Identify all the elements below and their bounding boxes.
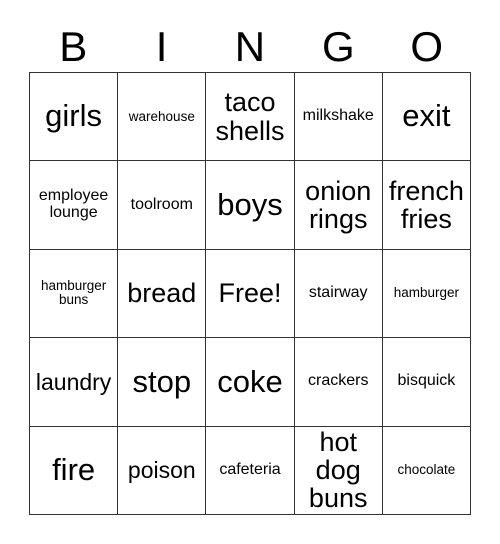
bingo-cell-label: employee lounge [38, 187, 109, 222]
bingo-cell-label: bisquick [397, 372, 456, 390]
bingo-header-row: B I N G O [29, 22, 471, 72]
bingo-cell-label: cafeteria [219, 460, 281, 478]
bingo-cell[interactable]: exit [382, 73, 472, 162]
bingo-row: girls warehouse taco shells milkshake ex… [30, 73, 472, 162]
bingo-cell[interactable]: employee lounge [30, 161, 119, 250]
bingo-header-letter-o: O [410, 23, 444, 70]
bingo-cell-label: french fries [388, 175, 464, 235]
bingo-cell-label: hamburger [393, 285, 460, 301]
bingo-row: laundry stop coke crackers bisquick [30, 338, 472, 427]
bingo-cell[interactable]: hamburger buns [30, 249, 119, 339]
bingo-cell[interactable]: warehouse [118, 73, 207, 162]
bingo-cell[interactable]: crackers [294, 338, 383, 427]
bingo-cell[interactable]: fire [30, 426, 119, 515]
bingo-header-letter-g: G [322, 23, 355, 70]
bingo-cell-label: coke [217, 363, 283, 399]
bingo-cell-label: bread [127, 278, 197, 309]
bingo-cell-label: chocolate [397, 462, 456, 478]
bingo-cell-label: fire [52, 451, 96, 487]
bingo-cell[interactable]: girls [30, 73, 119, 162]
bingo-cell[interactable]: bisquick [382, 338, 472, 427]
bingo-cell[interactable]: taco shells [206, 73, 295, 162]
bingo-cell[interactable]: boys [206, 161, 295, 250]
bingo-cell[interactable]: coke [206, 338, 295, 427]
bingo-cell-label: exit [402, 98, 451, 134]
bingo-cell-label: poison [127, 457, 196, 484]
bingo-row: fire poison cafeteria hot dog buns choco… [30, 426, 472, 515]
bingo-cell-label: toolroom [130, 195, 193, 213]
bingo-cell[interactable]: stop [118, 338, 207, 427]
bingo-cell-label: crackers [307, 372, 369, 390]
bingo-cell-label: taco shells [215, 87, 285, 146]
bingo-cell-free[interactable]: Free! [206, 249, 295, 339]
bingo-cell[interactable]: french fries [382, 161, 472, 250]
bingo-cell[interactable]: laundry [30, 338, 119, 427]
bingo-cell[interactable]: stairway [294, 249, 383, 339]
bingo-cell-label: boys [217, 186, 283, 222]
bingo-cell[interactable]: hot dog buns [294, 426, 383, 515]
bingo-cell-label: Free! [218, 278, 282, 309]
bingo-cell-label: stop [132, 363, 192, 399]
bingo-card: B I N G O girls warehouse taco shells mi… [29, 22, 472, 515]
bingo-header-letter-i: I [155, 23, 168, 70]
bingo-cell[interactable]: toolroom [118, 161, 207, 250]
bingo-cell[interactable]: chocolate [382, 426, 472, 515]
bingo-cell-label: laundry [35, 368, 112, 395]
bingo-cell[interactable]: hamburger [382, 249, 472, 339]
bingo-header-letter-n: N [234, 23, 266, 70]
bingo-cell-label: milkshake [302, 107, 374, 125]
bingo-header-letter-b: B [59, 23, 88, 70]
bingo-cell-label: stairway [308, 284, 368, 302]
bingo-cell[interactable]: cafeteria [206, 426, 295, 515]
bingo-cell[interactable]: milkshake [294, 73, 383, 162]
bingo-cell-label: warehouse [128, 108, 195, 124]
bingo-cell-label: onion rings [305, 175, 372, 235]
bingo-cell-label: girls [45, 98, 103, 134]
bingo-row: hamburger buns bread Free! stairway hamb… [30, 249, 472, 339]
bingo-cell-label: hot dog buns [308, 426, 368, 514]
bingo-cell[interactable]: poison [118, 426, 207, 515]
bingo-row: employee lounge toolroom boys onion ring… [30, 161, 472, 250]
bingo-cell-label: hamburger buns [40, 278, 107, 308]
bingo-cell[interactable]: bread [118, 249, 207, 339]
bingo-grid: girls warehouse taco shells milkshake ex… [29, 72, 472, 515]
bingo-cell[interactable]: onion rings [294, 161, 383, 250]
